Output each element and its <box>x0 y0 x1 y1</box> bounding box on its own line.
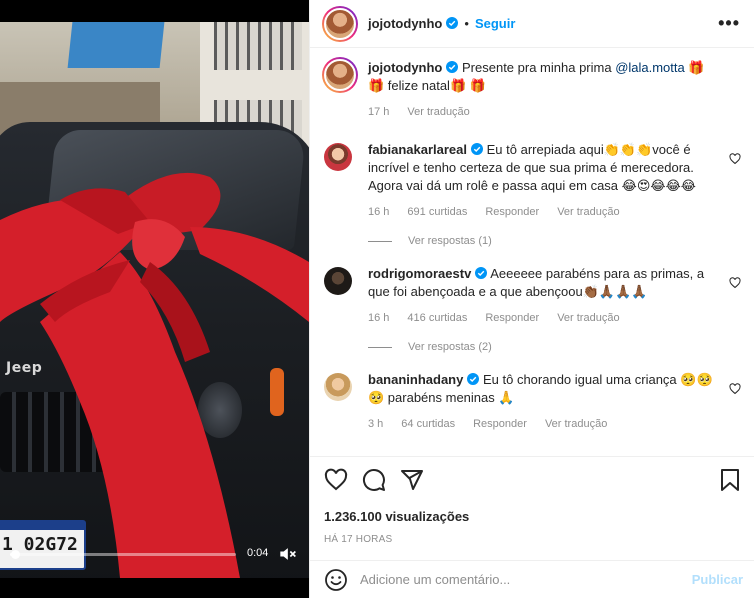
comment-time: 16 h <box>368 206 390 218</box>
comment-likes[interactable]: 416 curtidas <box>407 309 467 327</box>
commenter-avatar[interactable] <box>324 267 352 295</box>
comment-item: fabianakarlareal Eu tô arrepiada aqui👏👏👏… <box>324 141 741 221</box>
comment-input[interactable] <box>360 572 692 587</box>
separator-dot: • <box>464 16 469 31</box>
view-count[interactable]: 1.236.100 visualizações <box>324 509 741 524</box>
bookmark-icon[interactable] <box>719 468 741 492</box>
comment-time: 16 h <box>368 312 390 324</box>
caption-username[interactable]: jojotodynho <box>368 60 442 75</box>
publish-button[interactable]: Publicar <box>692 572 743 587</box>
video-player[interactable]: Jeep 1 02G72 0:04 <box>0 0 309 598</box>
post-time-ago: HÁ 17 HORAS <box>324 534 393 545</box>
caption-mention-link[interactable]: @lala.motta <box>615 60 685 75</box>
verified-icon <box>467 373 480 385</box>
comment-meta: 16 h 691 curtidas Responder Ver tradução <box>368 203 723 221</box>
post-side-panel: jojotodynho • Seguir ••• jojotodynho Pre… <box>309 0 754 598</box>
emoji-icon[interactable] <box>324 568 348 592</box>
video-elapsed-time: 0:04 <box>247 547 269 559</box>
comment-meta: 3 h 64 curtidas Responder Ver tradução <box>368 415 723 433</box>
author-avatar[interactable] <box>322 5 358 42</box>
video-controls: 0:04 <box>0 536 309 576</box>
comment-reply-button[interactable]: Responder <box>485 203 539 221</box>
more-icon[interactable]: ••• <box>718 13 740 34</box>
post-header: jojotodynho • Seguir ••• <box>310 0 754 48</box>
verified-icon <box>475 267 488 279</box>
comment-time: 3 h <box>368 418 384 430</box>
avatar-image <box>324 7 356 40</box>
video-progress-bar[interactable] <box>10 550 236 559</box>
post-modal: Jeep 1 02G72 0:04 jojotodynho • Seguir •… <box>0 0 754 598</box>
action-icon-row <box>324 467 741 493</box>
comment-username[interactable]: bananinhadany <box>368 372 463 387</box>
post-actions: 1.236.100 visualizações HÁ 17 HORAS <box>310 456 754 545</box>
avatar-image <box>324 59 356 91</box>
video-progress-knob[interactable] <box>10 550 20 559</box>
comment-reply-button[interactable]: Responder <box>485 309 539 327</box>
caption-item: jojotodynho Presente pra minha prima @la… <box>322 57 741 121</box>
caption-translate-link[interactable]: Ver tradução <box>407 103 469 121</box>
reply-line <box>368 346 392 348</box>
comment-reply-button[interactable]: Responder <box>473 415 527 433</box>
commenter-avatar[interactable] <box>324 143 352 171</box>
verified-icon <box>446 61 459 73</box>
comments-list[interactable]: jojotodynho Presente pra minha prima @la… <box>310 49 754 455</box>
heart-icon[interactable] <box>324 468 348 492</box>
comment-body: rodrigomoraestv Aeeeeee parabéns para as… <box>368 265 741 327</box>
verified-icon <box>446 17 459 29</box>
red-bow-ribbon <box>0 172 309 578</box>
video-frame: Jeep 1 02G72 <box>0 22 309 578</box>
comment-likes[interactable]: 64 curtidas <box>401 415 455 433</box>
comment-composer: Publicar <box>310 560 754 598</box>
caption-author-avatar[interactable] <box>322 57 358 93</box>
reply-line <box>368 240 392 242</box>
author-username-text[interactable]: jojotodynho <box>368 16 442 31</box>
comment-translate-link[interactable]: Ver tradução <box>557 309 619 327</box>
comment-body: bananinhadany Eu tô chorando igual uma c… <box>368 371 741 433</box>
comment-translate-link[interactable]: Ver tradução <box>545 415 607 433</box>
mute-icon[interactable] <box>277 544 297 564</box>
commenter-avatar[interactable] <box>324 373 352 401</box>
caption-text: Presente pra minha prima <box>462 60 616 75</box>
follow-button[interactable]: Seguir <box>475 16 515 31</box>
comment-likes[interactable]: 691 curtidas <box>407 203 467 221</box>
comment-item: bananinhadany Eu tô chorando igual uma c… <box>324 371 741 433</box>
comment-item: rodrigomoraestv Aeeeeee parabéns para as… <box>324 265 741 327</box>
comment-heart-icon[interactable] <box>729 153 741 165</box>
view-replies-button[interactable]: Ver respostas (2) <box>368 341 741 353</box>
view-replies-label[interactable]: Ver respostas (1) <box>408 235 492 247</box>
view-replies-label[interactable]: Ver respostas (2) <box>408 341 492 353</box>
author-username[interactable]: jojotodynho <box>368 16 459 31</box>
caption-body: jojotodynho Presente pra minha prima @la… <box>368 59 741 121</box>
comment-body: fabianakarlareal Eu tô arrepiada aqui👏👏👏… <box>368 141 741 221</box>
comment-meta: 16 h 416 curtidas Responder Ver tradução <box>368 309 723 327</box>
view-replies-button[interactable]: Ver respostas (1) <box>368 235 741 247</box>
verified-icon <box>471 143 484 155</box>
caption-time: 17 h <box>368 106 390 118</box>
comment-username[interactable]: fabianakarlareal <box>368 142 467 157</box>
comment-heart-icon[interactable] <box>729 277 741 289</box>
comment-username[interactable]: rodrigomoraestv <box>368 266 471 281</box>
comment-heart-icon[interactable] <box>729 383 741 395</box>
caption-meta: 17 h Ver tradução <box>368 103 723 121</box>
comment-icon[interactable] <box>362 468 386 492</box>
share-icon[interactable] <box>400 468 424 492</box>
comment-translate-link[interactable]: Ver tradução <box>557 203 619 221</box>
